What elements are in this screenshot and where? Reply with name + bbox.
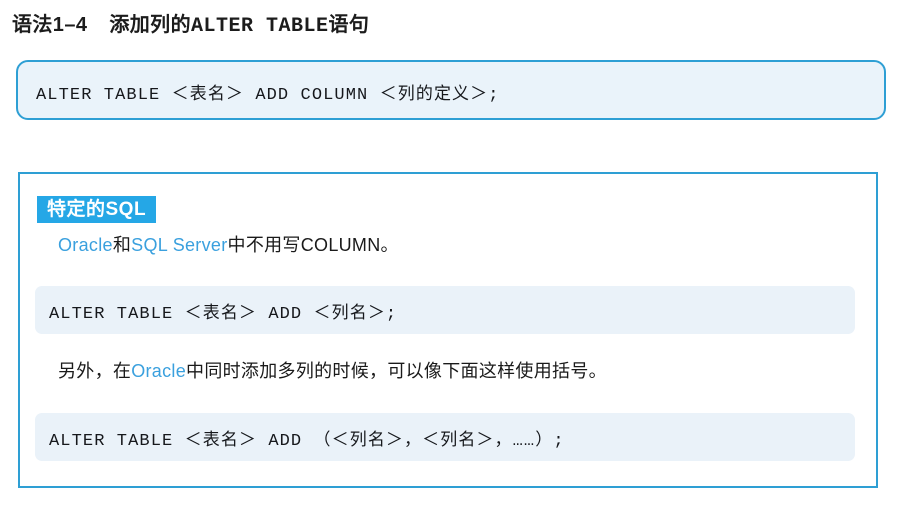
paragraph-1-text-1: 和 [112, 235, 132, 255]
paragraph-1-text-2: 中不用写COLUMN。 [227, 235, 399, 255]
paragraph-2-text-2: 中同时添加多列的时候，可以像下面这样使用括号。 [186, 361, 607, 381]
page-title: 语法1–4 添加列的ALTER TABLE语句 [12, 8, 369, 38]
page-title-statement: ALTER TABLE [190, 15, 329, 38]
page-title-text: 添加列的 [109, 14, 191, 36]
specific-sql-badge: 特定的SQL [37, 196, 157, 223]
syntax-code-block: ALTER TABLE ＜表名＞ ADD COLUMN ＜列的定义＞; [16, 60, 886, 120]
page-title-suffix: 语句 [328, 14, 370, 36]
syntax-code-text: ALTER TABLE ＜表名＞ ADD COLUMN ＜列的定义＞; [36, 86, 500, 105]
panel-paragraph-2: 另外，在Oracle中同时添加多列的时候，可以像下面这样使用括号。 [58, 358, 607, 384]
page-title-number: 语法1–4 [12, 14, 88, 36]
sql-server-keyword: SQL Server [131, 235, 228, 255]
oracle-keyword: Oracle [58, 235, 113, 255]
paragraph-2-text-1: 另外，在 [58, 361, 132, 381]
inner-code-text-2: ALTER TABLE ＜表名＞ ADD （＜列名＞，＜列名＞，……）; [49, 432, 565, 451]
inner-code-block-2: ALTER TABLE ＜表名＞ ADD （＜列名＞，＜列名＞，……）; [35, 413, 855, 461]
inner-code-block-1: ALTER TABLE ＜表名＞ ADD ＜列名＞; [35, 286, 855, 334]
inner-code-text-1: ALTER TABLE ＜表名＞ ADD ＜列名＞; [49, 305, 398, 324]
oracle-keyword-2: Oracle [131, 361, 187, 381]
panel-paragraph-1: Oracle和SQL Server中不用写COLUMN。 [58, 232, 399, 258]
